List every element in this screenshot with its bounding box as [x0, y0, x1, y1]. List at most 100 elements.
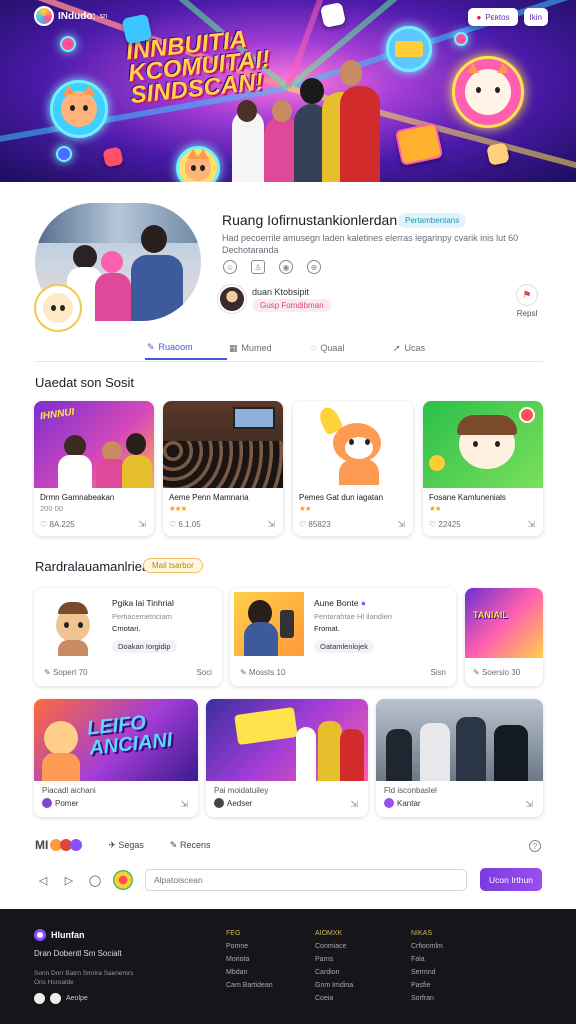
event-card[interactable]: LEIFO ANCIANI Piacadl aichani Pomer ⇲ — [34, 699, 198, 817]
footer-column-heading: NIKAS — [411, 930, 433, 937]
thumb-icon[interactable]: ♙ — [251, 260, 265, 274]
footer-link[interactable]: Fala — [411, 953, 443, 966]
logo-icon — [34, 6, 54, 26]
game-bubble-icon — [386, 26, 432, 72]
footer-link[interactable]: Cardion — [315, 966, 353, 979]
rec-title: Pgika lai Tinhrial — [112, 598, 174, 608]
star-emoji-icon — [70, 839, 83, 851]
card-likes: ♡ 6.1.05 — [169, 520, 201, 529]
footer: Hlunfan Dran Dobentl Sm Socialt Sonn Dnr… — [0, 909, 576, 1024]
event-thumbnail: LEIFO ANCIANI — [34, 699, 198, 781]
card-title: Drmn Gamnabeakan — [40, 493, 115, 502]
report-button[interactable]: ⚑ Repsl — [514, 284, 540, 318]
share-icon[interactable]: ⇲ — [397, 519, 405, 530]
footer-brand[interactable]: Hlunfan — [34, 929, 85, 941]
footer-link[interactable]: Pomne — [226, 940, 273, 953]
recent-card[interactable]: Aeme Penn Mamnaria ★★★ ♡ 6.1.05 ⇲ — [163, 401, 283, 536]
sticker-icon[interactable] — [113, 870, 133, 890]
footer-link[interactable]: Moriota — [226, 953, 273, 966]
tab-bar: ✎ Ruaoom ▦ Mumed ◌ Quaal ➚ Ucas — [35, 336, 543, 362]
footer-link[interactable]: Cam Bartidean — [226, 979, 273, 992]
social-icon[interactable] — [50, 993, 61, 1004]
recommended-card[interactable]: Pgika lai Tinhrial Pertiacemetnciam Cmot… — [34, 588, 222, 686]
fox-character-icon — [44, 594, 102, 656]
recommended-section-title: Rardralauamanlriea — [35, 559, 150, 574]
event-card[interactable]: Pai moidatuiley Aedser ⇲ — [206, 699, 368, 817]
play-icon[interactable]: ▷ — [61, 872, 77, 888]
rec-subtitle-2: Cmotari. — [112, 624, 141, 633]
recommended-card[interactable]: TANIAIL ✎ Soersio 30 — [465, 588, 543, 686]
cat-bubble-icon — [176, 146, 220, 182]
lock-icon[interactable]: ◉ — [279, 260, 293, 274]
author-avatar — [214, 798, 224, 808]
share-icon[interactable]: ⇲ — [138, 519, 146, 530]
share-icon[interactable]: ⇲ — [350, 799, 358, 810]
emoji-icon[interactable]: ◯ — [87, 872, 103, 888]
tab-label: Mumed — [241, 343, 272, 353]
footer-link[interactable]: Gnm Imdina — [315, 979, 353, 992]
segas-button[interactable]: ✈ Segas — [108, 840, 144, 851]
brand-suffix: sn — [99, 12, 108, 20]
footer-link[interactable]: Coeia — [315, 992, 353, 1005]
tab-quaal[interactable]: ◌ Quaal — [309, 336, 391, 360]
footer-link[interactable]: Conmiace — [315, 940, 353, 953]
hero-primary-button[interactable]: ● Pᴇʀtos — [468, 8, 518, 26]
recent-card[interactable]: Pemes Gat dun iagatan ★★ ♡ 85823 ⇲ — [293, 401, 413, 536]
brand-logo[interactable]: INdudo: sn — [34, 6, 107, 26]
recommended-card[interactable]: Aune Bonte ● Pentarahtae Hl ilandien Fro… — [230, 588, 456, 686]
hero-primary-label: Pᴇʀtos — [485, 12, 510, 22]
comment-input[interactable] — [145, 869, 467, 891]
like-icon[interactable]: ☺ — [223, 260, 237, 274]
rec-thumbnail: TANIAIL — [465, 588, 543, 658]
share-icon[interactable]: ⇲ — [267, 519, 275, 530]
footer-link[interactable]: Parns — [315, 953, 353, 966]
card-title: Pemes Gat dun iagatan — [299, 493, 384, 502]
tab-mumed[interactable]: ▦ Mumed — [227, 336, 309, 360]
event-author: Kantar — [397, 798, 421, 808]
tab-label: Quaal — [320, 343, 345, 353]
footer-link[interactable]: Sermnd — [411, 966, 443, 979]
report-label: Repsl — [516, 309, 538, 318]
card-stars: ★★ — [429, 504, 441, 513]
footer-link[interactable]: Sorfran — [411, 992, 443, 1005]
back-icon[interactable]: ◁ — [35, 872, 51, 888]
card-thumbnail: IHNNUI — [34, 401, 154, 488]
footer-link[interactable]: Crfionmlm — [411, 940, 443, 953]
recent-card[interactable]: Fosane Kamlunenials ★★ ♡ 22425 ⇲ — [423, 401, 543, 536]
host-info[interactable]: duan Ktobsipit Gusp Fomdibman — [218, 285, 332, 313]
footer-column-heading: FEG — [226, 930, 241, 937]
grid-icon: ▦ — [229, 342, 238, 353]
share-icon[interactable]: ⇲ — [527, 519, 535, 530]
rec-chip[interactable]: Doakan Iorgidip — [112, 640, 177, 653]
help-icon[interactable]: ? — [529, 840, 541, 852]
event-card[interactable]: Fld isconbaslel Kantar ⇲ — [376, 699, 543, 817]
recent-card[interactable]: IHNNUI Drmn Gamnabeakan 200 00 ♡ 8A.225 … — [34, 401, 154, 536]
social-icon[interactable] — [34, 993, 45, 1004]
card-title: Aeme Penn Mamnaria — [169, 493, 249, 502]
community-avatar[interactable] — [36, 286, 80, 330]
globe-icon[interactable]: ⊕ — [307, 260, 321, 274]
send-button[interactable]: Ucon Irthun — [480, 868, 542, 891]
hero-secondary-button[interactable]: Ikin — [523, 8, 548, 26]
card-likes: ♡ 8A.225 — [40, 520, 75, 529]
footer-brand-name: Hlunfan — [51, 930, 85, 940]
rec-footer-right: Sisn — [430, 668, 446, 677]
tab-ruaoom[interactable]: ✎ Ruaoom — [145, 336, 227, 360]
rec-subtitle: Pentarahtae Hl ilandien — [314, 612, 392, 621]
share-icon[interactable]: ⇲ — [525, 799, 533, 810]
host-tag: Gusp Fomdibman — [252, 298, 332, 312]
footer-link[interactable]: Pasfie — [411, 979, 443, 992]
send-icon: ✈ — [108, 839, 119, 850]
rec-chip[interactable]: Oatamlenlojek — [314, 640, 374, 653]
card-title: Fosane Kamlunenials — [429, 493, 506, 502]
rec-footer-right: Soci — [196, 668, 212, 677]
footer-link[interactable]: Mbdan — [226, 966, 273, 979]
edit-icon: ✎ — [44, 668, 53, 677]
chat-sticker-icon — [486, 142, 510, 166]
recens-button[interactable]: ✎ Recens — [170, 840, 211, 851]
rec-subtitle: Pertiacemetnciam — [112, 612, 173, 621]
share-icon[interactable]: ⇲ — [180, 799, 188, 810]
reaction-label: MI — [35, 838, 49, 852]
tab-ucas[interactable]: ➚ Ucas — [391, 336, 473, 360]
reaction-summary[interactable]: MI — [35, 838, 83, 852]
